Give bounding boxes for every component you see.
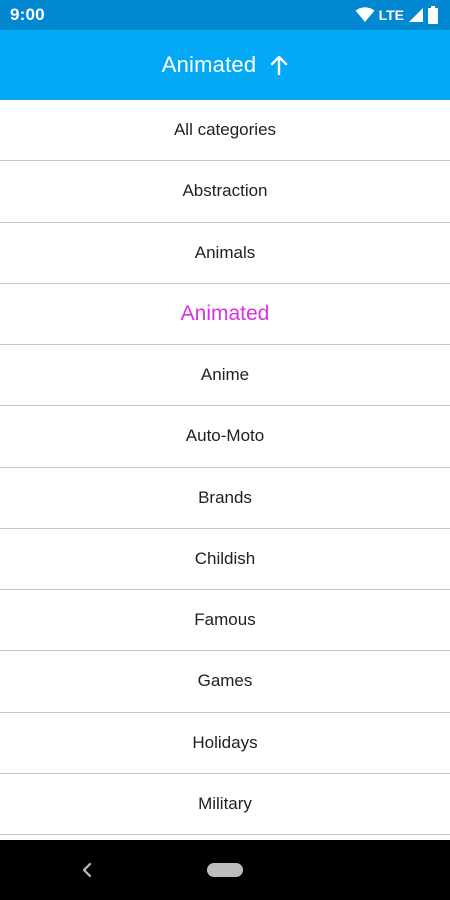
battery-icon — [428, 6, 438, 24]
network-type-label: LTE — [378, 7, 404, 23]
wifi-icon — [355, 7, 375, 23]
app-bar-title: Animated — [161, 52, 257, 77]
list-item[interactable]: Childish — [0, 529, 450, 590]
arrow-up-icon[interactable] — [270, 55, 288, 75]
list-item[interactable]: Military — [0, 774, 450, 835]
category-sort-header[interactable]: Animated — [0, 30, 450, 100]
status-bar: 9:00 LTE — [0, 0, 450, 30]
list-item[interactable]: All categories — [0, 100, 450, 162]
list-item[interactable]: Holidays — [0, 713, 450, 774]
back-icon[interactable] — [78, 860, 98, 880]
list-item[interactable]: Brands — [0, 468, 450, 529]
signal-icon — [408, 7, 424, 23]
navigation-bar — [0, 840, 450, 900]
home-pill-icon[interactable] — [207, 863, 243, 877]
screen: 9:00 LTE Animated All categories Abstrac… — [0, 0, 450, 900]
list-item-selected[interactable]: Animated — [0, 284, 450, 345]
status-time: 9:00 — [10, 5, 45, 24]
status-icons: LTE — [355, 6, 438, 24]
list-item[interactable]: Anime — [0, 345, 450, 407]
category-list: All categories Abstraction Animals Animated… — [0, 100, 450, 840]
list-item[interactable]: Abstraction — [0, 161, 450, 223]
list-item[interactable]: Famous — [0, 590, 450, 652]
list-item[interactable]: Animals — [0, 223, 450, 284]
list-item[interactable]: Games — [0, 651, 450, 713]
list-item[interactable]: Auto-Moto — [0, 406, 450, 468]
